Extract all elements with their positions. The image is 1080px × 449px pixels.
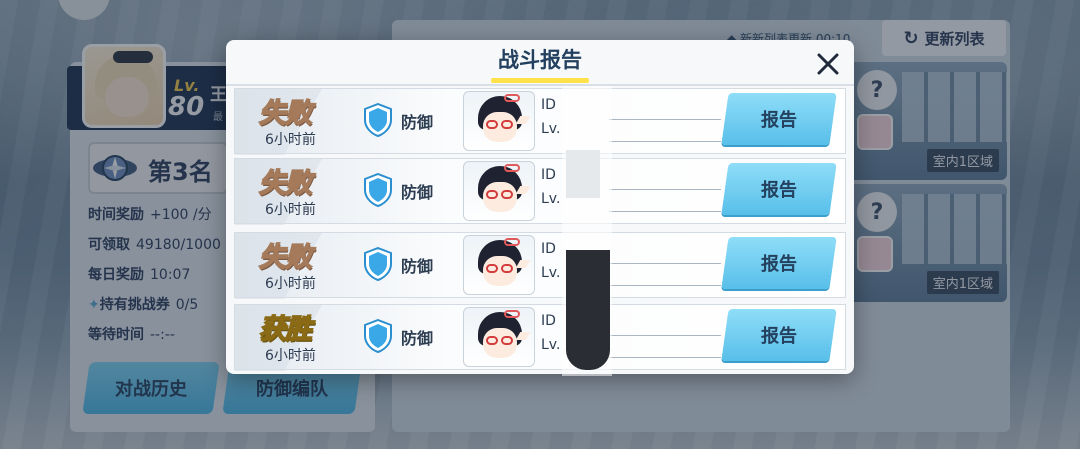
opponent-avatar — [463, 161, 535, 221]
battle-time: 6小时前 — [265, 202, 316, 218]
role-label: 防御 — [401, 113, 434, 132]
opponent-id-label: ID — [541, 167, 556, 183]
shield-icon — [364, 173, 392, 207]
close-icon[interactable] — [812, 48, 844, 80]
opponent-id-label: ID — [541, 97, 556, 113]
battle-report-row: 获胜 6小时前 防御 ID Lv. 报告 — [234, 304, 846, 371]
opponent-avatar — [463, 235, 535, 295]
opponent-level-label: Lv. — [541, 265, 561, 281]
opponent-level-label: Lv. — [541, 121, 561, 137]
result-label: 获胜 — [258, 313, 313, 346]
report-button[interactable]: 报告 — [721, 309, 837, 361]
battle-report-row: 失败 6小时前 防御 ID Lv. 报告 — [234, 158, 846, 225]
opponent-avatar — [463, 91, 535, 151]
result-label: 失败 — [258, 97, 313, 130]
dialog-title: 战斗报告 — [498, 48, 582, 72]
shield-icon — [364, 319, 392, 353]
battle-report-row: 失败 6小时前 防御 ID Lv. 报告 — [234, 232, 846, 299]
result-label: 失败 — [258, 241, 313, 274]
battle-report-dialog: 战斗报告 失败 6小时前 防御 ID Lv. 报告 失败 6小时前 防御 ID … — [226, 40, 854, 374]
report-button[interactable]: 报告 — [721, 237, 837, 289]
battle-time: 6小时前 — [265, 132, 316, 148]
opponent-level-label: Lv. — [541, 191, 561, 207]
report-button[interactable]: 报告 — [721, 163, 837, 215]
dialog-separator — [226, 84, 854, 86]
result-label: 失败 — [258, 167, 313, 200]
redaction-block — [566, 250, 610, 370]
shield-icon — [364, 247, 392, 281]
battle-time: 6小时前 — [265, 348, 316, 364]
battle-time: 6小时前 — [265, 276, 316, 292]
opponent-level-label: Lv. — [541, 337, 561, 353]
redaction-block — [566, 150, 600, 198]
title-underline — [491, 78, 589, 83]
battle-report-row: 失败 6小时前 防御 ID Lv. 报告 — [234, 88, 846, 155]
role-label: 防御 — [401, 329, 434, 348]
opponent-avatar — [463, 307, 535, 367]
report-button[interactable]: 报告 — [721, 93, 837, 145]
role-label: 防御 — [401, 183, 434, 202]
shield-icon — [364, 103, 392, 137]
opponent-id-label: ID — [541, 313, 556, 329]
opponent-id-label: ID — [541, 241, 556, 257]
role-label: 防御 — [401, 257, 434, 276]
